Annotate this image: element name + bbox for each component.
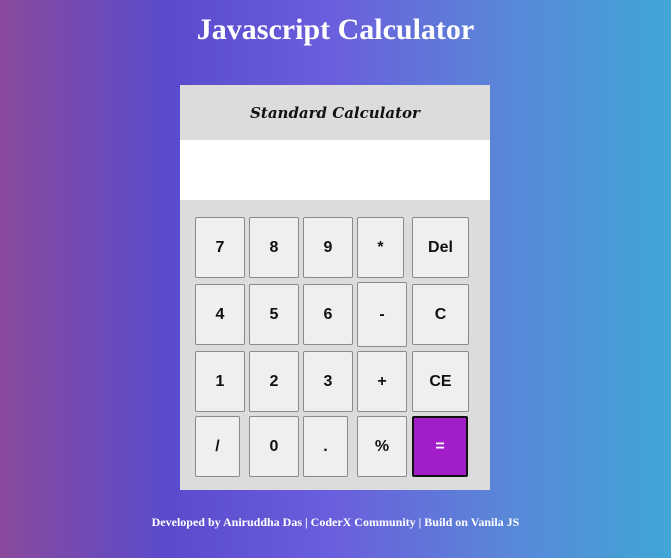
page-title: Javascript Calculator (196, 13, 475, 46)
key-multiply[interactable]: * (357, 217, 404, 278)
key-6[interactable]: 6 (303, 284, 353, 345)
key-percent[interactable]: % (357, 416, 407, 477)
key-add[interactable]: + (357, 351, 407, 412)
key-4[interactable]: 4 (195, 284, 245, 345)
key-clear[interactable]: C (412, 284, 469, 345)
key-decimal[interactable]: . (303, 416, 348, 477)
key-equals[interactable]: = (412, 416, 468, 477)
key-subtract[interactable]: - (357, 282, 407, 347)
calculator: Standard Calculator 7 8 9 * Del 4 5 6 - … (180, 85, 490, 490)
key-2[interactable]: 2 (249, 351, 299, 412)
key-5[interactable]: 5 (249, 284, 299, 345)
key-divide[interactable]: / (195, 416, 240, 477)
calculator-display (180, 140, 490, 200)
key-0[interactable]: 0 (249, 416, 299, 477)
key-7[interactable]: 7 (195, 217, 245, 278)
footer-credits: Developed by Aniruddha Das | CoderX Comm… (151, 515, 520, 529)
key-delete[interactable]: Del (412, 217, 469, 278)
key-clear-entry[interactable]: CE (412, 351, 469, 412)
key-3[interactable]: 3 (303, 351, 353, 412)
calculator-title: Standard Calculator (250, 103, 420, 122)
key-8[interactable]: 8 (249, 217, 299, 278)
key-1[interactable]: 1 (195, 351, 245, 412)
key-9[interactable]: 9 (303, 217, 353, 278)
